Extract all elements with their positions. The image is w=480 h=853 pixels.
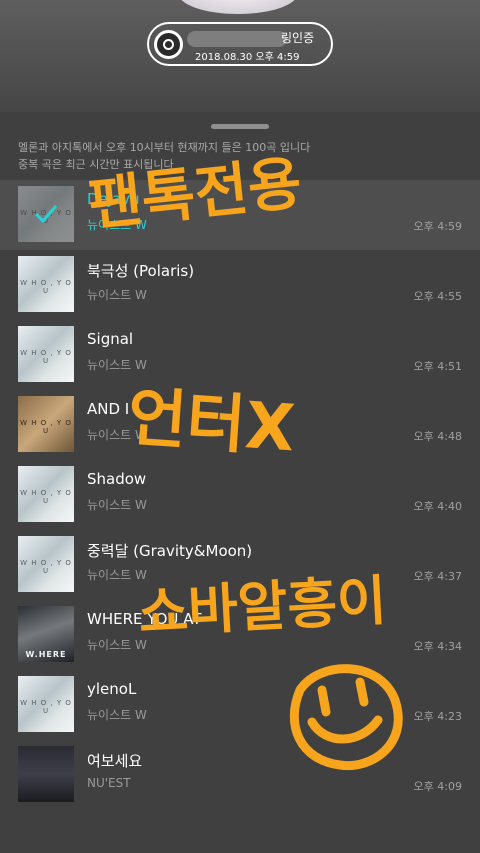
redacted-username — [187, 31, 287, 47]
album-art-label: W.HERE — [25, 650, 67, 659]
song-title: 북극성 (Polaris) — [87, 262, 195, 280]
song-row[interactable]: W H O , Y O U Signal 뉴이스트 W 오후 4:51 — [0, 320, 480, 390]
song-title: 여보세요 — [87, 752, 143, 770]
album-art: W H O , Y O U — [18, 676, 74, 732]
certificate-header: 링인증 2018.08.30 오후 4:59 — [0, 0, 480, 112]
song-time: 오후 4:09 — [413, 780, 462, 793]
album-art-label: W H O , Y O U — [20, 489, 72, 505]
song-artist: 뉴이스트 W — [87, 358, 147, 372]
album-art-label: W H O , Y O U — [20, 279, 72, 295]
song-time: 오후 4:23 — [413, 710, 462, 723]
song-title: AND I — [87, 400, 130, 418]
album-disc-image — [178, 0, 298, 14]
album-art: W H O , Y O U — [18, 186, 74, 242]
song-time: 오후 4:34 — [413, 640, 462, 653]
album-art-label: W H O , Y O U — [20, 559, 72, 575]
song-artist: 뉴이스트 W — [87, 568, 147, 582]
album-art: W H O , Y O U — [18, 256, 74, 312]
song-time: 오후 4:40 — [413, 500, 462, 513]
song-row[interactable]: W H O , Y O U Shadow 뉴이스트 W 오후 4:40 — [0, 460, 480, 530]
song-artist: 뉴이스트 W — [87, 638, 147, 652]
song-time: 오후 4:37 — [413, 570, 462, 583]
album-art: W H O , Y O U — [18, 396, 74, 452]
song-time: 오후 4:48 — [413, 430, 462, 443]
song-title: ylenoL — [87, 680, 137, 698]
song-title: WHERE YOU AT — [87, 610, 202, 628]
song-artist: 뉴이스트 W — [87, 218, 147, 232]
song-time: 오후 4:55 — [413, 290, 462, 303]
certificate-title: 링인증 — [281, 31, 315, 45]
song-title: Shadow — [87, 470, 147, 488]
listening-certificate-badge[interactable]: 링인증 2018.08.30 오후 4:59 — [147, 22, 333, 66]
song-row[interactable]: W H O , Y O U 북극성 (Polaris) 뉴이스트 W 오후 4:… — [0, 250, 480, 320]
song-artist: 뉴이스트 W — [87, 288, 147, 302]
song-row[interactable]: 여보세요 NU'EST 오후 4:09 — [0, 740, 480, 810]
album-art: W H O , Y O U — [18, 326, 74, 382]
notice-line-1: 멜론과 아지톡에서 오후 10시부터 현재까지 들은 100곡 입니다 — [18, 141, 311, 154]
song-title: Dejavu — [87, 190, 140, 208]
record-disc-icon — [154, 30, 183, 59]
album-art-label: W H O , Y O U — [20, 349, 72, 365]
album-art-label: W H O , Y O U — [20, 699, 72, 715]
song-artist: 뉴이스트 W — [87, 428, 147, 442]
song-time: 오후 4:59 — [413, 220, 462, 233]
song-artist: 뉴이스트 W — [87, 498, 147, 512]
song-row[interactable]: W H O , Y O U ylenoL 뉴이스트 W 오후 4:23 — [0, 670, 480, 740]
album-art-label: W H O , Y O U — [20, 419, 72, 435]
notice-line-2: 중복 곡은 최근 시간만 표시됩니다 — [18, 158, 174, 171]
notice-text: 멜론과 아지톡에서 오후 10시부터 현재까지 들은 100곡 입니다 중복 곡… — [18, 139, 458, 173]
album-art: W H O , Y O U — [18, 466, 74, 522]
sheet-drag-handle[interactable] — [211, 124, 269, 129]
song-row[interactable]: W H O , Y O U Dejavu 뉴이스트 W 오후 4:59 — [0, 180, 480, 250]
song-title: Signal — [87, 330, 134, 348]
song-artist: 뉴이스트 W — [87, 708, 147, 722]
song-artist: NU'EST — [87, 776, 131, 790]
album-art: W.HERE — [18, 606, 74, 662]
checkmark-icon — [34, 205, 58, 224]
song-title: 중력달 (Gravity&Moon) — [87, 542, 253, 560]
album-art: W H O , Y O U — [18, 536, 74, 592]
album-art — [18, 746, 74, 802]
song-row[interactable]: W.HERE WHERE YOU AT 뉴이스트 W 오후 4:34 — [0, 600, 480, 670]
certificate-date: 2018.08.30 오후 4:59 — [195, 52, 300, 63]
song-row[interactable]: W H O , Y O U AND I 뉴이스트 W 오후 4:48 — [0, 390, 480, 460]
song-time: 오후 4:51 — [413, 360, 462, 373]
song-row[interactable]: W H O , Y O U 중력달 (Gravity&Moon) 뉴이스트 W … — [0, 530, 480, 600]
